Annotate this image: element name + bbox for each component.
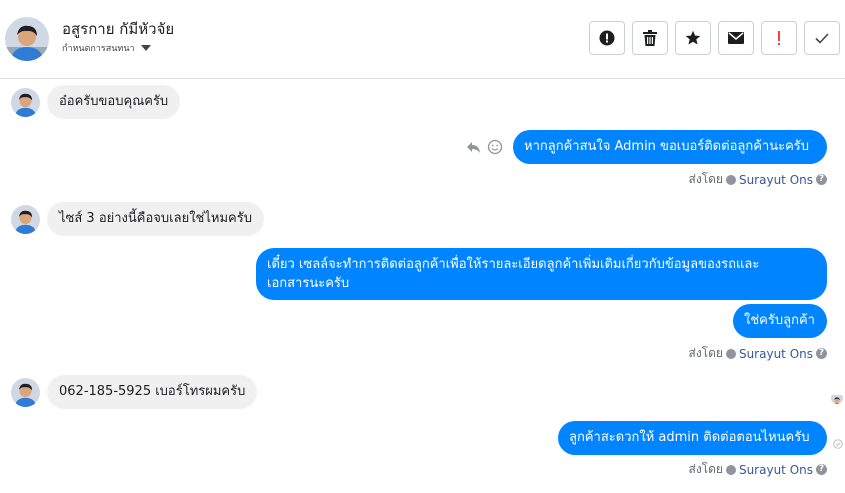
star-icon (685, 30, 701, 45)
sender-status-icon (725, 464, 736, 475)
contact-name: อสูรกาย กัมีหัวจัย (62, 20, 175, 38)
incoming-message[interactable]: 062-185-5925 เบอร์โทรผมครับ (47, 375, 258, 409)
conversation-toolbar (589, 21, 840, 55)
message-line: เอกสารนะครับ (267, 276, 350, 291)
outgoing-message[interactable]: เดี๋ยว เซลล์จะทำการติดต่อลูกค้าเพื่อให้ร… (256, 248, 827, 300)
incoming-message[interactable]: อ๋อครับขอบคุณครับ (47, 85, 181, 119)
star-button[interactable] (675, 21, 711, 55)
envelope-icon (728, 32, 744, 44)
mark-done-button[interactable] (804, 21, 840, 55)
delivered-check-icon (833, 439, 843, 449)
sent-by-label: ส่งโดย (688, 462, 723, 476)
sender-status-icon (725, 348, 736, 359)
sender-name[interactable]: Surayut Ons (739, 173, 813, 187)
contact-avatar[interactable] (5, 17, 49, 61)
report-icon (599, 30, 615, 46)
help-icon[interactable]: ? (816, 464, 827, 475)
sent-by-info: ส่งโดย Surayut Ons ? (688, 460, 827, 479)
flag-important-button[interactable] (761, 21, 797, 55)
report-button[interactable] (589, 21, 625, 55)
caret-down-icon (140, 45, 151, 51)
sender-name[interactable]: Surayut Ons (739, 463, 813, 477)
contact-avatar-small[interactable] (11, 205, 40, 234)
sender-status-icon (725, 174, 736, 185)
reply-icon[interactable] (465, 139, 481, 155)
exclamation-icon (778, 31, 780, 45)
help-icon[interactable]: ? (816, 174, 827, 185)
sender-name[interactable]: Surayut Ons (739, 347, 813, 361)
sent-by-label: ส่งโดย (688, 172, 723, 186)
conversation-settings-menu[interactable]: กำหนดการสนทนา (62, 41, 151, 55)
seen-avatar (831, 392, 843, 404)
check-icon (815, 32, 829, 44)
emoji-react-icon[interactable] (487, 139, 503, 155)
trash-icon (643, 30, 657, 46)
delete-button[interactable] (632, 21, 668, 55)
outgoing-message[interactable]: หากลูกค้าสนใจ Admin ขอเบอร์ติดต่อลูกค้าน… (513, 130, 827, 164)
outgoing-message[interactable]: ลูกค้าสะดวกให้ admin ติดต่อตอนไหนครับ (558, 421, 827, 455)
incoming-message[interactable]: ไซส์ 3 อย่างนี้คือจบเลยใช่ไหมครับ (47, 202, 264, 236)
mark-unread-button[interactable] (718, 21, 754, 55)
contact-avatar-small[interactable] (11, 378, 40, 407)
conversation-settings-label: กำหนดการสนทนา (62, 44, 135, 54)
sent-by-info: ส่งโดย Surayut Ons ? (688, 170, 827, 189)
sent-by-label: ส่งโดย (688, 346, 723, 360)
conversation-header: อสูรกาย กัมีหัวจัย กำหนดการสนทนา (0, 0, 845, 79)
message-line: เดี๋ยว เซลล์จะทำการติดต่อลูกค้าเพื่อให้ร… (267, 257, 760, 272)
sent-by-info: ส่งโดย Surayut Ons ? (688, 344, 827, 363)
outgoing-message[interactable]: ใช่ครับลูกค้า (733, 304, 827, 338)
contact-avatar-small[interactable] (11, 88, 40, 117)
help-icon[interactable]: ? (816, 348, 827, 359)
